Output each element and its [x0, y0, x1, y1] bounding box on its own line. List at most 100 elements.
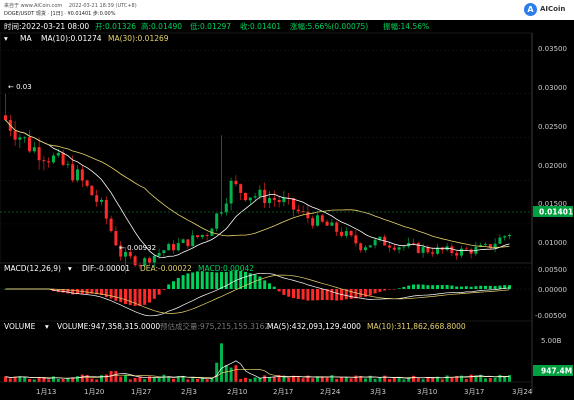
- candle-body: [18, 137, 22, 140]
- volume-bar: [412, 375, 415, 382]
- source-line: 来自于 www.AICoin.com 2022-03-21 18:39 (UTC…: [4, 3, 137, 9]
- candle-body: [28, 137, 31, 152]
- macd-bar: [484, 285, 487, 289]
- macd-bar: [282, 289, 286, 295]
- macd-bar: [354, 289, 358, 299]
- macd-bar: [258, 276, 262, 289]
- date-axis: 1月13 1月20 1月27 2月3 2月10 2月17 2月24 3月3 3月…: [0, 381, 533, 396]
- volume-bar: [80, 374, 84, 382]
- price-tick: 0.01000: [538, 239, 567, 247]
- macd-bar: [488, 285, 492, 289]
- macd-bar: [210, 271, 214, 289]
- info-high: 高:0.01490: [141, 21, 182, 31]
- macd-bar: [383, 289, 387, 291]
- date-tick: 3月24: [512, 388, 533, 396]
- candle-body: [215, 213, 219, 229]
- volume-bar: [354, 375, 358, 382]
- chart-area[interactable]: 时间:2022-03-21 08:00 开:0.01326 高:0.01490 …: [0, 20, 574, 400]
- volume-bar: [378, 377, 382, 382]
- macd-bar: [349, 289, 353, 299]
- volume-bar: [383, 375, 387, 382]
- macd-dropdown-icon[interactable]: ▾: [68, 264, 72, 273]
- volume-bar: [162, 374, 166, 382]
- volume-bar: [157, 377, 161, 382]
- price-tick: 0.03500: [538, 45, 567, 53]
- macd-bar: [416, 284, 420, 289]
- macd-bar: [335, 289, 339, 301]
- macd-bar: [508, 285, 511, 289]
- volume-dropdown-icon[interactable]: ▾: [45, 322, 49, 331]
- macd-bar: [407, 285, 411, 289]
- volume-bar: [61, 379, 65, 382]
- volume-bar: [172, 378, 175, 382]
- aicoin-logo-icon: A: [524, 3, 537, 16]
- macd-bar: [296, 289, 300, 300]
- volume-bar: [186, 379, 190, 382]
- volume-bar: [272, 376, 276, 382]
- ma30-line: [5, 119, 510, 248]
- date-tick: 1月27: [131, 388, 151, 396]
- volume-label[interactable]: VOLUME: [4, 322, 36, 331]
- macd-bar: [311, 289, 315, 301]
- volume-panel[interactable]: VOLUME ▾ VOLUME:947,358,315.0000 预估成交量:9…: [0, 320, 573, 382]
- candle-body: [23, 137, 27, 139]
- candle-body: [306, 211, 310, 219]
- macd-panel[interactable]: MACD(12,26,9) ▾ DIF:-0.00001 DEA:-0.0002…: [0, 262, 567, 320]
- candle-body: [388, 245, 391, 248]
- candle-body: [109, 218, 113, 232]
- volume-bar: [402, 379, 406, 382]
- macd-label[interactable]: MACD(12,26,9): [4, 264, 61, 273]
- info-amplitude: 振幅:14.56%: [383, 21, 429, 31]
- macd-bar: [277, 289, 281, 292]
- macd-bar: [176, 278, 180, 289]
- volume-bar: [493, 377, 497, 382]
- date-tick: 2月24: [320, 388, 341, 396]
- ma-dropdown-icon[interactable]: ▾: [4, 34, 8, 43]
- macd-bar: [157, 289, 161, 295]
- date-tick: 2月3: [181, 388, 197, 396]
- candle-body: [368, 245, 372, 248]
- volume-bar: [143, 379, 147, 382]
- candle-body: [100, 199, 103, 202]
- volume-bar: [114, 371, 118, 382]
- macd-bar: [263, 280, 267, 289]
- volume-bar: [133, 377, 137, 382]
- candle-body: [277, 199, 281, 203]
- volume-bar: [119, 376, 123, 382]
- volume-bar: [498, 374, 502, 382]
- candle-body: [124, 251, 127, 257]
- volume-bar: [215, 362, 219, 382]
- aicoin-logo: A AICoin: [524, 2, 572, 18]
- macd-dea: DEA:-0.00022: [140, 264, 192, 273]
- macd-bar: [388, 289, 391, 290]
- macd-bar: [301, 289, 305, 300]
- candle-body: [469, 249, 473, 254]
- volume-bar: [253, 377, 257, 382]
- candle-body: [152, 255, 156, 263]
- volume-bar: [90, 378, 94, 382]
- volume-bar: [488, 377, 492, 382]
- candle-body: [392, 247, 396, 250]
- candle-body: [320, 215, 324, 222]
- volume-bar: [440, 379, 444, 382]
- volume-bar: [335, 378, 339, 382]
- volume-bar: [464, 379, 468, 382]
- macd-tick: 0.00000: [538, 286, 567, 294]
- app-header: 来自于 www.AICoin.com 2022-03-21 18:39 (UTC…: [0, 0, 574, 20]
- candle-body: [148, 258, 151, 263]
- macd-bar: [359, 289, 363, 298]
- candle-body: [311, 218, 315, 226]
- candle-body: [464, 248, 468, 250]
- candle-body: [397, 247, 401, 250]
- volume-ma10: MA(10):311,862,668.8000: [367, 322, 466, 331]
- candle-body: [359, 243, 363, 251]
- volume-bar: [109, 371, 113, 382]
- price-panel[interactable]: ← 0.03 ← 0.00932 0.03500 0.03000 0.02500…: [0, 32, 573, 393]
- date-tick: 2月17: [273, 388, 293, 396]
- macd-bar: [436, 285, 439, 289]
- candle-body: [196, 235, 199, 238]
- candle-body: [37, 147, 41, 161]
- ma-label[interactable]: MA: [20, 34, 32, 43]
- candle-body: [47, 161, 51, 163]
- volume-bar: [32, 379, 36, 382]
